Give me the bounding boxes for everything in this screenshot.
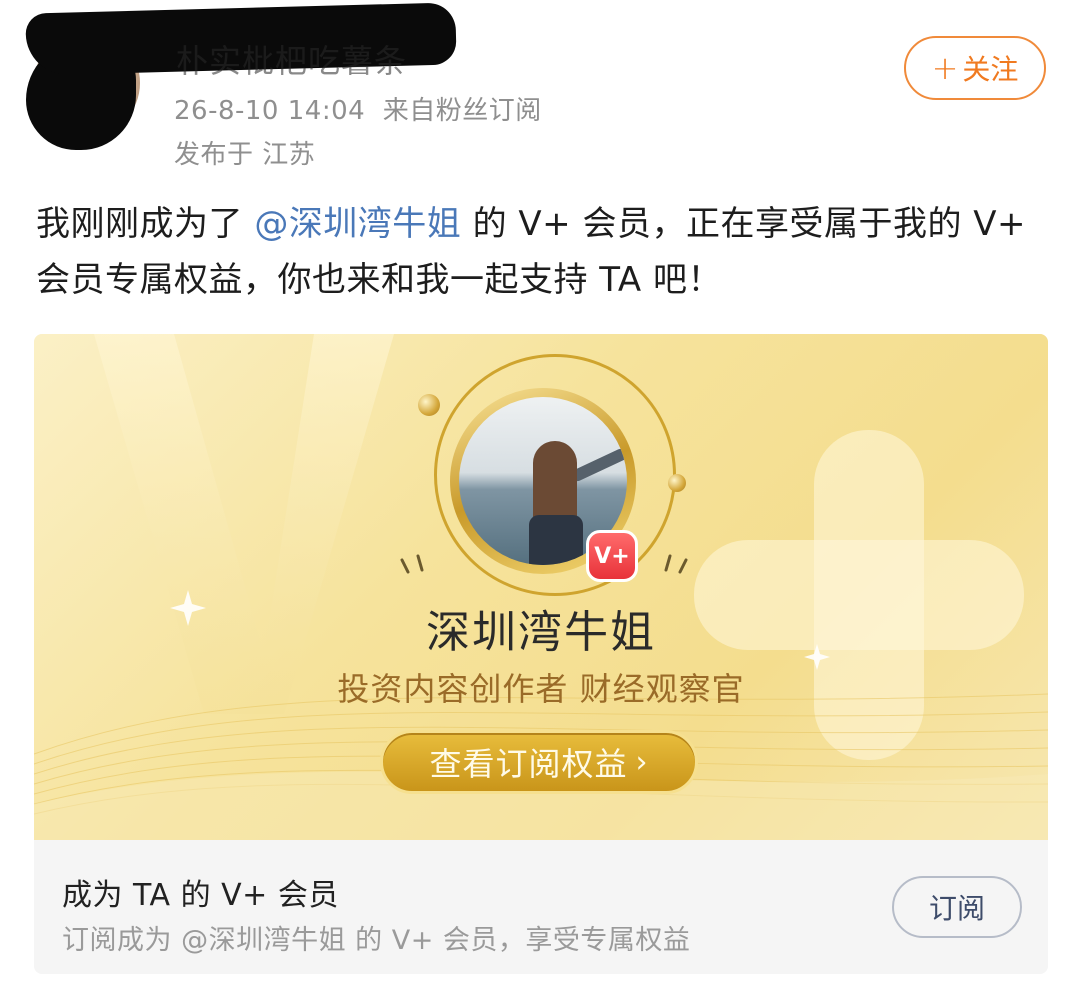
- footer-subtitle: 订阅成为 @深圳湾牛姐 的 V+ 会员，享受专属权益: [62, 925, 691, 956]
- post-text-before: 我刚刚成为了: [36, 204, 255, 244]
- view-benefits-button[interactable]: 查看订阅权益 ›: [380, 730, 698, 794]
- username[interactable]: 朴实枇杷吃薯条: [176, 36, 407, 82]
- post-text: 我刚刚成为了 @深圳湾牛姐 的 V+ 会员，正在享受属于我的 V+ 会员专属权益…: [36, 196, 1056, 308]
- post-location: 发布于 江苏: [174, 140, 316, 170]
- follow-button[interactable]: + 关注: [904, 36, 1046, 100]
- creator-title: 投资内容创作者 财经观察官: [337, 670, 745, 708]
- mention-link[interactable]: @深圳湾牛姐: [254, 204, 461, 244]
- subscribe-button[interactable]: 订阅: [892, 876, 1022, 938]
- follow-label: 关注: [962, 53, 1019, 86]
- vplus-banner[interactable]: V+ 深圳湾牛姐 投资内容创作者 财经观察官 查看订阅权益 ›: [34, 334, 1048, 840]
- vplus-badge-icon: V+: [586, 530, 638, 582]
- gold-dot: [418, 394, 440, 416]
- timestamp: 26-8-10 14:04: [174, 96, 366, 126]
- creator-name: 深圳湾牛姐: [426, 607, 656, 658]
- view-benefits-label: 查看订阅权益: [429, 745, 628, 783]
- gold-dot: [668, 474, 686, 492]
- plus-icon: +: [931, 49, 959, 87]
- post-source: 来自粉丝订阅: [382, 96, 542, 126]
- chevron-right-icon: ›: [635, 744, 649, 780]
- footer-title: 成为 TA 的 V+ 会员: [62, 878, 339, 913]
- vplus-card[interactable]: V+ 深圳湾牛姐 投资内容创作者 财经观察官 查看订阅权益 › 成为 TA 的 …: [34, 334, 1048, 974]
- post-meta: 26-8-10 14:04 来自粉丝订阅: [174, 90, 542, 127]
